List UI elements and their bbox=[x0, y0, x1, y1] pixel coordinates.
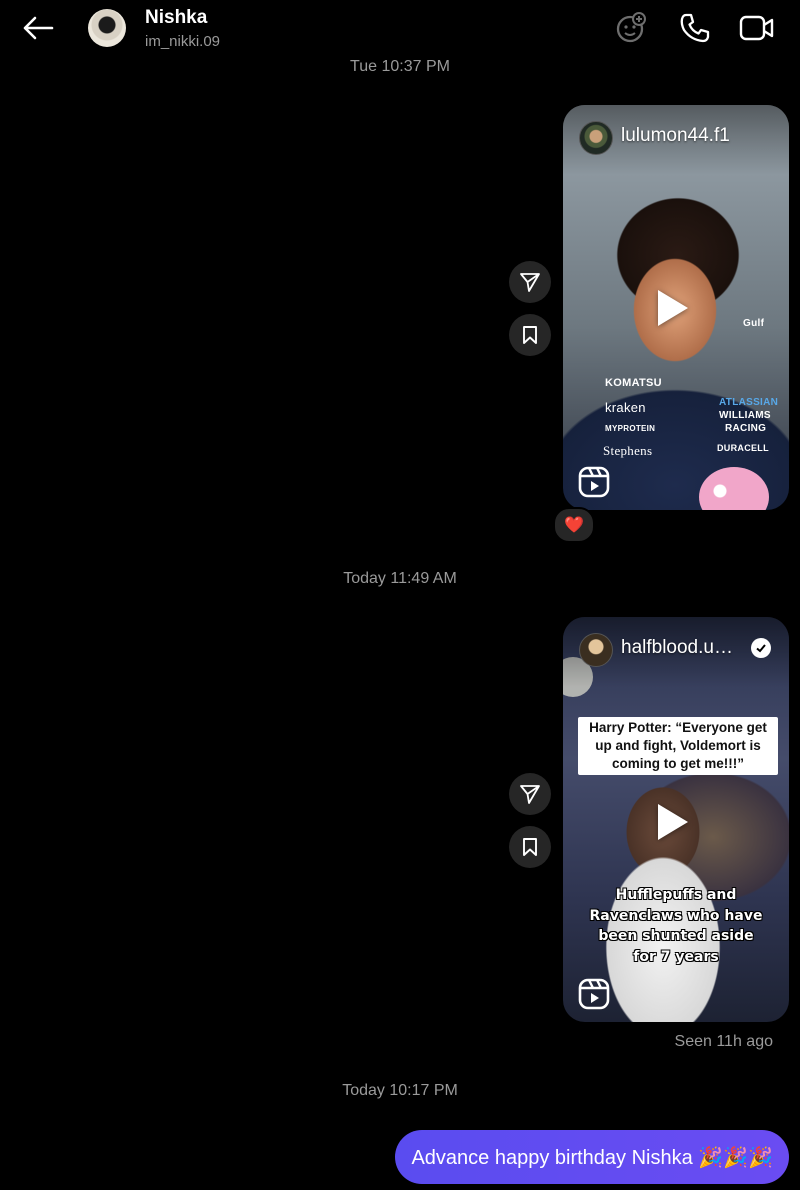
avatar[interactable] bbox=[88, 9, 126, 47]
checkmark-icon bbox=[756, 644, 766, 653]
save-button[interactable] bbox=[509, 826, 551, 868]
message-text: Advance happy birthday Nishka 🎉🎉🎉 bbox=[411, 1146, 773, 1169]
save-button[interactable] bbox=[509, 314, 551, 356]
reel-author-avatar[interactable] bbox=[579, 121, 613, 155]
video-camera-icon bbox=[739, 15, 774, 41]
jacket-logo-text: WILLIAMS bbox=[719, 410, 771, 421]
verified-badge bbox=[751, 638, 771, 658]
reel-message[interactable]: halfblood.u… Harry Potter: “Everyone get… bbox=[563, 617, 789, 1022]
jacket-logo-text: ATLASSIAN bbox=[719, 397, 779, 408]
audio-call-button[interactable] bbox=[677, 10, 713, 46]
send-icon bbox=[520, 785, 540, 804]
contact-name[interactable]: Nishka bbox=[145, 7, 207, 29]
jacket-logo-text: MYPROTEIN bbox=[605, 424, 656, 433]
back-button[interactable] bbox=[20, 12, 56, 44]
play-icon[interactable] bbox=[658, 804, 688, 840]
send-icon bbox=[520, 273, 540, 292]
sent-message-bubble[interactable]: Advance happy birthday Nishka 🎉🎉🎉 bbox=[395, 1130, 789, 1184]
bookmark-icon bbox=[523, 838, 537, 856]
jacket-logo-text: RACING bbox=[725, 423, 767, 434]
timestamp-divider: Today 10:17 PM bbox=[342, 1082, 458, 1099]
pink-egg-decoration bbox=[699, 467, 769, 510]
reel-author-avatar[interactable] bbox=[579, 633, 613, 667]
play-icon[interactable] bbox=[658, 290, 688, 326]
contact-username[interactable]: im_nikki.09 bbox=[145, 33, 220, 50]
video-call-button[interactable] bbox=[739, 10, 775, 46]
reel-author[interactable]: lulumon44.f1 bbox=[621, 125, 730, 147]
jacket-logo-text: Stephens bbox=[603, 443, 653, 458]
reel-caption-top: Harry Potter: “Everyone get up and fight… bbox=[578, 717, 778, 775]
seen-status: Seen 11h ago bbox=[674, 1033, 773, 1050]
effects-button[interactable] bbox=[613, 10, 649, 46]
reels-icon bbox=[578, 466, 610, 498]
reaction-badge[interactable]: ❤️ bbox=[553, 507, 595, 543]
reel-caption-bottom: Hufflepuffs and Ravenclaws who have been… bbox=[589, 887, 763, 965]
arrow-left-icon bbox=[23, 16, 54, 40]
jacket-logo-text: Gulf bbox=[743, 318, 765, 329]
share-button[interactable] bbox=[509, 773, 551, 815]
sticker-effects-icon bbox=[616, 12, 646, 43]
reels-icon bbox=[578, 978, 610, 1010]
bookmark-icon bbox=[523, 326, 537, 344]
jacket-logo-text: kraken bbox=[605, 400, 646, 415]
jacket-logo-text: DURACELL bbox=[717, 443, 769, 453]
reel-message[interactable]: lulumon44.f1 Gulf KOMATSU kraken MYPROTE… bbox=[563, 105, 789, 510]
chat-header: Nishka im_nikki.09 bbox=[0, 0, 800, 58]
share-button[interactable] bbox=[509, 261, 551, 303]
reel-author[interactable]: halfblood.u… bbox=[621, 637, 733, 659]
timestamp-divider: Today 11:49 AM bbox=[343, 570, 457, 587]
jacket-logo-text: KOMATSU bbox=[605, 377, 662, 389]
timestamp-divider: Tue 10:37 PM bbox=[350, 58, 450, 75]
phone-icon bbox=[680, 13, 710, 43]
